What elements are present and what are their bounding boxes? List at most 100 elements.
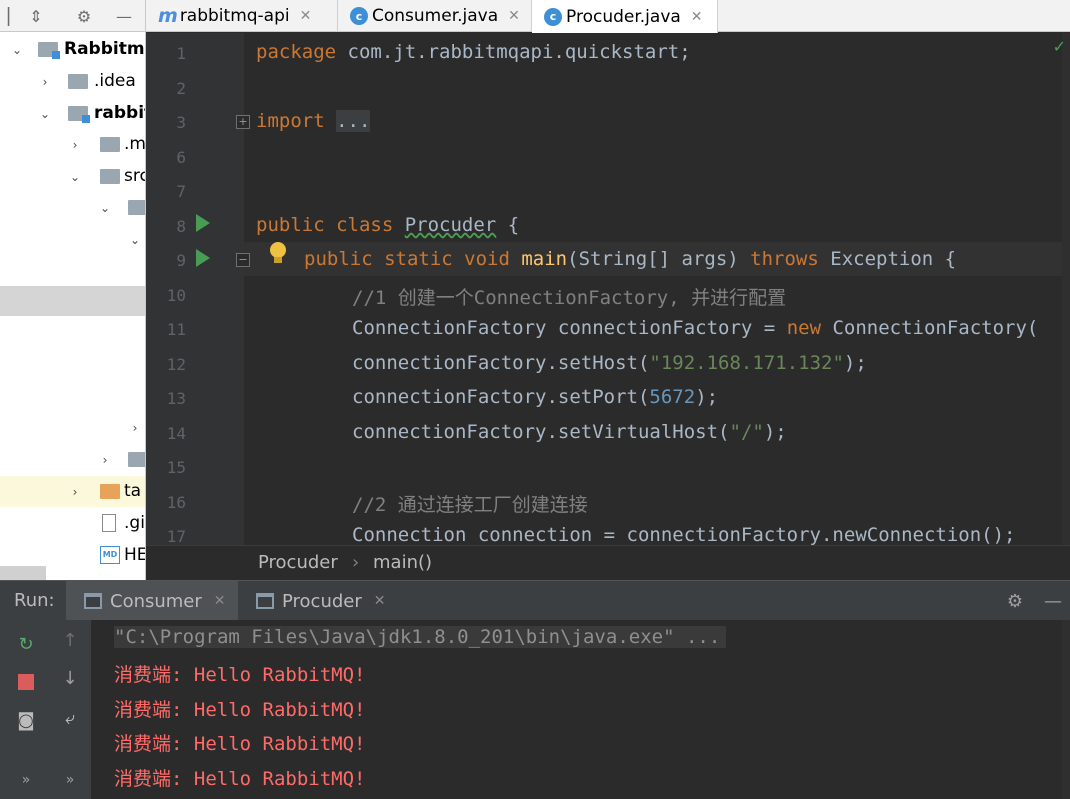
hide-panel-strip-icon[interactable]: ▏ (2, 4, 26, 28)
tree-item-rabbit-module[interactable]: ⌄ rabbit (0, 98, 145, 129)
file-icon (102, 514, 116, 532)
chevron-right-icon[interactable]: › (96, 444, 114, 475)
line-number: 12 (166, 355, 186, 374)
project-toolbar: ▏ ⇕ ⚙ — (0, 0, 145, 32)
tree-item-gitignore[interactable]: .gi (0, 508, 145, 539)
minimize-icon[interactable]: — (112, 4, 136, 28)
breadcrumb: Procuder › main() (146, 545, 1070, 580)
chevron-right-icon[interactable]: › (66, 129, 84, 160)
chevron-right-icon[interactable]: › (36, 66, 54, 97)
project-horizontal-scrollbar[interactable] (0, 566, 46, 580)
java-class-icon: c (350, 7, 368, 25)
module-folder-icon (38, 42, 60, 59)
run-tool-window-header: Run: Consumer ✕ Procuder ✕ ⚙ — (0, 580, 1070, 621)
arrow-down-icon[interactable]: ↓ (58, 666, 82, 690)
gear-icon[interactable]: ⚙ (72, 4, 96, 28)
more-actions-icon[interactable]: » (14, 768, 38, 792)
no-problems-check-icon[interactable]: ✓ (1053, 37, 1066, 56)
tree-item-main[interactable]: ⌄ (0, 192, 145, 223)
line-number: 6 (176, 148, 186, 167)
tab-label: Procuder.java (566, 6, 681, 27)
console-output-line: 消费端: Hello RabbitMQ! (114, 768, 366, 790)
line-number: 16 (166, 493, 186, 512)
tree-item-target[interactable]: › ta (0, 476, 145, 507)
code-line-12: connectionFactory.setHost("192.168.171.1… (352, 352, 867, 374)
fold-expand-icon[interactable]: + (236, 115, 250, 129)
tree-item-rabbitmq-root[interactable]: ⌄ Rabbitmq (0, 34, 145, 65)
tree-item-idea[interactable]: › .idea (0, 66, 145, 97)
tree-item-label: .idea (94, 71, 136, 91)
run-tab-label: Procuder (282, 590, 362, 612)
lightbulb-intention-icon[interactable] (270, 242, 286, 264)
tree-item-mvn[interactable]: › .m (0, 129, 146, 160)
code-editor[interactable]: 1 2 3 6 7 8 9 10 11 12 13 14 15 16 17 + … (146, 33, 1070, 545)
run-label: Run: (14, 590, 55, 611)
tree-item-label: ta (124, 481, 142, 501)
close-icon[interactable]: ✕ (508, 8, 520, 24)
tab-rabbitmq-api[interactable]: m rabbitmq-api ✕ (146, 0, 338, 32)
run-tab-consumer[interactable]: Consumer ✕ (66, 581, 238, 621)
console-output-line: 消费端: Hello RabbitMQ! (114, 664, 366, 686)
close-icon[interactable]: ✕ (300, 8, 312, 24)
line-number: 17 (166, 527, 186, 545)
more-actions-icon[interactable]: » (58, 768, 82, 792)
tree-item-label: src (124, 166, 145, 186)
tree-item-java[interactable]: ⌄ (0, 224, 145, 255)
breadcrumb-separator: › (352, 552, 360, 573)
folder-icon (128, 200, 145, 215)
breadcrumb-class[interactable]: Procuder (258, 552, 338, 573)
line-number: 13 (166, 389, 186, 408)
line-number: 11 (166, 320, 186, 339)
tab-consumer-java[interactable]: c Consumer.java ✕ (338, 0, 532, 32)
editor-vertical-scrollbar[interactable] (1062, 33, 1070, 545)
tree-item-test[interactable]: › (0, 444, 145, 475)
fold-collapse-icon[interactable]: − (236, 253, 250, 267)
tree-item-resources[interactable]: › (0, 412, 145, 443)
folder-icon (100, 169, 120, 184)
code-line-17: Connection connection = connectionFactor… (352, 524, 1016, 545)
line-number: 14 (166, 424, 186, 443)
chevron-down-icon[interactable]: ⌄ (126, 224, 144, 255)
chevron-down-icon[interactable]: ⌄ (8, 34, 26, 65)
run-config-icon (84, 593, 102, 609)
rerun-icon[interactable]: ↻ (14, 632, 38, 656)
chevron-right-icon[interactable]: › (126, 412, 144, 443)
line-number: 10 (166, 286, 186, 305)
tree-item-label: HE (124, 545, 146, 565)
tree-item-label: .gi (124, 513, 145, 533)
run-class-gutter-icon[interactable] (196, 214, 210, 232)
line-number: 2 (176, 79, 186, 98)
markdown-file-icon: MD (100, 546, 120, 564)
gear-icon[interactable]: ⚙ (1004, 590, 1026, 612)
tab-procuder-java[interactable]: c Procuder.java ✕ (532, 0, 718, 33)
collapse-all-icon[interactable]: ⇕ (24, 4, 48, 28)
folder-icon (68, 74, 88, 89)
chevron-down-icon[interactable]: ⌄ (96, 192, 114, 223)
run-tab-procuder[interactable]: Procuder ✕ (238, 581, 402, 621)
run-main-gutter-icon[interactable] (196, 249, 210, 267)
tree-item-label: .m (124, 134, 146, 154)
console-output-line: 消费端: Hello RabbitMQ! (114, 699, 366, 721)
close-icon[interactable]: ✕ (374, 593, 386, 609)
code-line-10: //1 创建一个ConnectionFactory, 并进行配置 (352, 287, 787, 309)
soft-wrap-icon[interactable]: ⤶ (58, 706, 82, 730)
breadcrumb-method[interactable]: main() (373, 552, 432, 573)
line-number: 7 (176, 182, 186, 201)
code-line-1: package com.jt.rabbitmqapi.quickstart; (256, 41, 691, 63)
code-line-14: connectionFactory.setVirtualHost("/"); (352, 421, 787, 443)
minimize-icon[interactable]: — (1042, 590, 1064, 612)
chevron-right-icon[interactable]: › (66, 476, 84, 507)
arrow-up-icon[interactable]: ↑ (58, 628, 82, 652)
console-vertical-scrollbar[interactable] (1062, 620, 1070, 799)
chevron-down-icon[interactable]: ⌄ (66, 161, 84, 192)
tree-item-src[interactable]: ⌄ src (0, 161, 145, 192)
chevron-down-icon[interactable]: ⌄ (36, 98, 54, 129)
run-console[interactable]: "C:\Program Files\Java\jdk1.8.0_201\bin\… (92, 620, 1070, 799)
stop-icon[interactable] (14, 670, 38, 694)
close-icon[interactable]: ✕ (691, 9, 703, 25)
camera-icon[interactable]: ◙ (14, 708, 38, 732)
close-icon[interactable]: ✕ (214, 593, 226, 609)
code-line-16: //2 通过连接工厂创建连接 (352, 494, 588, 516)
folded-imports: ... (336, 110, 371, 132)
run-config-icon (256, 593, 274, 609)
